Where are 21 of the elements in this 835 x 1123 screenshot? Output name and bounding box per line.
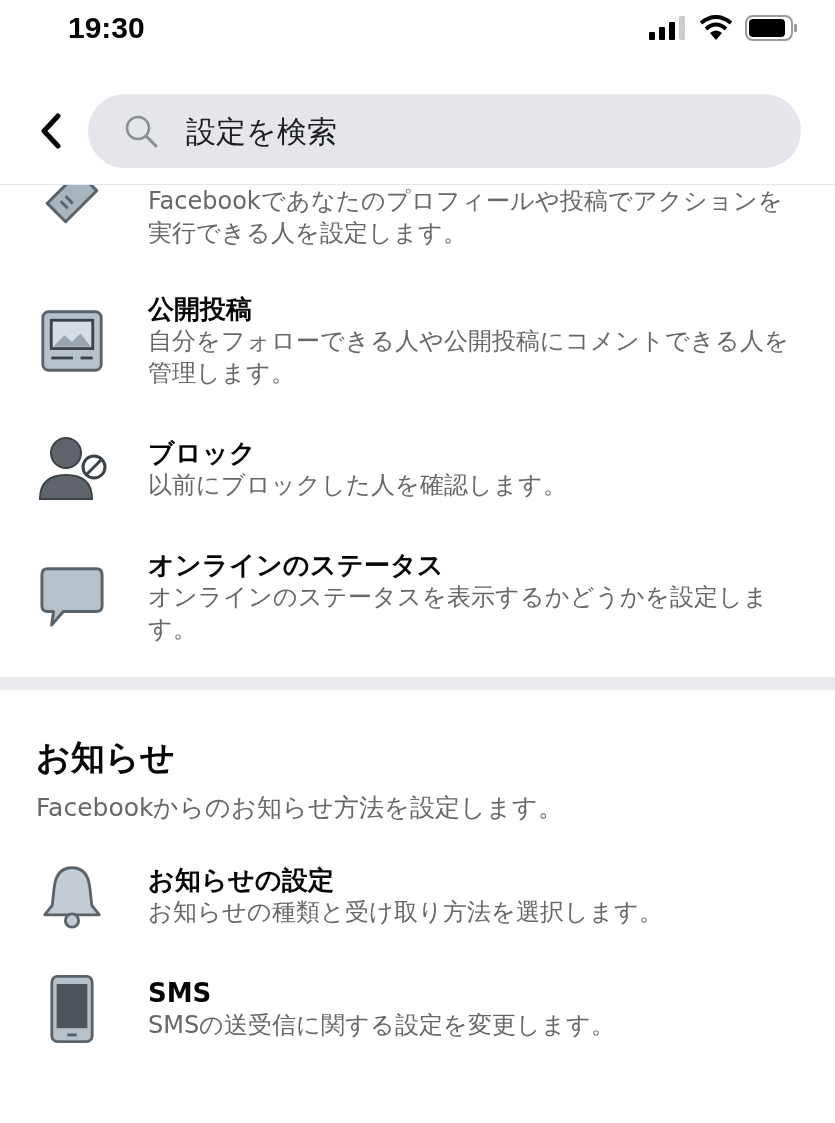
battery-icon bbox=[745, 15, 799, 41]
section-title: お知らせ bbox=[36, 736, 176, 779]
setting-title[interactable]: ブロック bbox=[148, 437, 567, 469]
setting-title[interactable]: オンラインのステータス bbox=[148, 549, 805, 581]
search-field[interactable]: 設定を検索 bbox=[88, 94, 801, 168]
setting-description: 自分をフォローできる人や公開投稿にコメントできる人を管理します。 bbox=[148, 326, 790, 389]
search-icon bbox=[124, 114, 158, 148]
phone-icon bbox=[48, 974, 96, 1044]
image-post-icon bbox=[39, 308, 105, 374]
setting-title[interactable]: お知らせの設定 bbox=[148, 864, 663, 896]
status-time: 19:30 bbox=[68, 11, 145, 45]
setting-description: 以前にブロックした人を確認します。 bbox=[148, 470, 567, 501]
setting-description: オンラインのステータスを表示するかどうかを設定します。 bbox=[148, 582, 769, 645]
setting-title[interactable]: 公開投稿 bbox=[148, 293, 805, 325]
wifi-icon bbox=[699, 15, 733, 41]
setting-description: SMSの送受信に関する設定を変更します。 bbox=[148, 1010, 616, 1041]
signal-icon bbox=[649, 16, 687, 40]
setting-description: Facebookであなたのプロフィールや投稿でアクションを実行できる人を設定します。 bbox=[148, 186, 784, 249]
section-description: Facebookからのお知らせ方法を設定します。 bbox=[36, 792, 565, 824]
setting-title[interactable]: SMS bbox=[148, 977, 616, 1009]
setting-description: お知らせの種類と受け取り方法を選択します。 bbox=[148, 897, 663, 928]
